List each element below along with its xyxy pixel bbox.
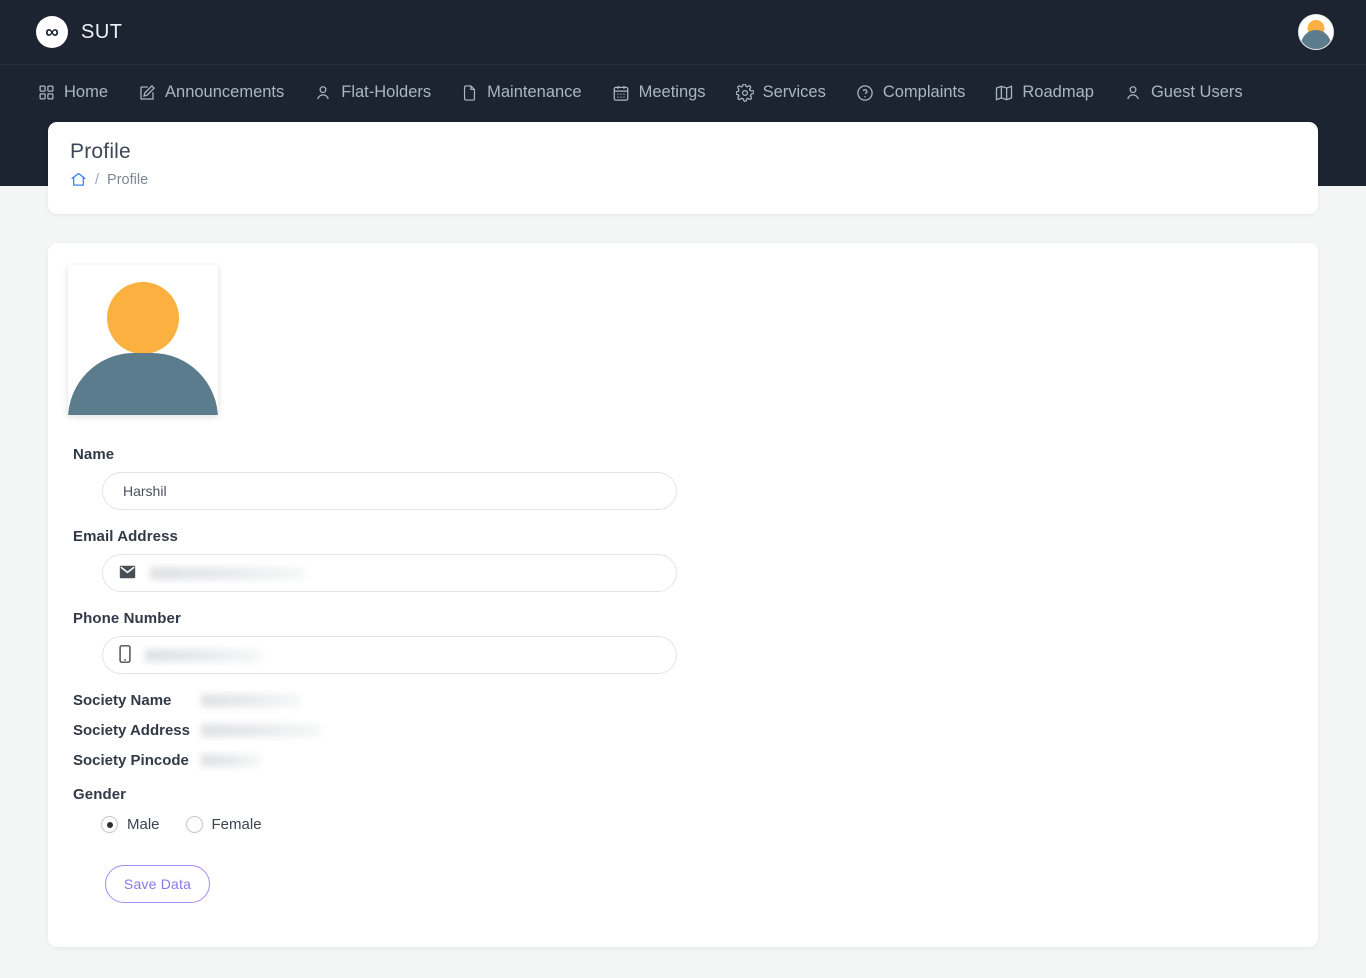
user-avatar-button[interactable] — [1298, 14, 1334, 50]
breadcrumb: / Profile — [70, 171, 1318, 188]
gender-option-label: Female — [211, 816, 262, 833]
gender-radio-group: Male Female — [101, 816, 693, 833]
gender-block: Gender Male Female — [73, 786, 693, 833]
phone-value-redacted — [145, 648, 263, 662]
society-name-value-redacted — [201, 694, 301, 707]
name-input[interactable]: Harshil — [102, 472, 677, 510]
home-icon[interactable] — [70, 171, 87, 188]
question-circle-icon — [856, 84, 874, 102]
nav-label: Announcements — [165, 83, 285, 101]
society-pincode-label: Society Pincode — [73, 752, 189, 769]
navbar-menu: Home Announcements Flat-Holders Maintena… — [0, 65, 1366, 120]
nav-label: Services — [762, 83, 826, 101]
profile-photo[interactable] — [68, 265, 218, 415]
file-icon — [461, 84, 478, 102]
edit-square-icon — [138, 84, 156, 102]
breadcrumb-separator: / — [95, 171, 100, 188]
society-address-label: Society Address — [73, 722, 190, 739]
nav-item-services[interactable]: Services — [735, 77, 840, 108]
user-icon — [1124, 84, 1142, 102]
gender-option-label: Male — [127, 816, 160, 833]
nav-label: Complaints — [882, 83, 966, 101]
avatar-body — [68, 353, 218, 415]
name-value: Harshil — [123, 483, 167, 499]
map-icon — [995, 84, 1013, 102]
nav-item-maintenance[interactable]: Maintenance — [461, 77, 595, 108]
nav-item-guest-users[interactable]: Guest Users — [1124, 77, 1257, 108]
society-pincode-value-redacted — [201, 754, 261, 767]
nav-item-roadmap[interactable]: Roadmap — [995, 77, 1108, 108]
brand-name: SUT — [81, 20, 123, 43]
gender-option-female[interactable]: Female — [185, 816, 262, 833]
profile-form: Name Harshil Email Address Phone Number — [73, 446, 693, 903]
calendar-icon — [612, 84, 630, 102]
email-input[interactable] — [102, 554, 677, 592]
nav-item-flat-holders[interactable]: Flat-Holders — [314, 77, 445, 108]
nav-label: Roadmap — [1022, 83, 1094, 101]
navbar-top-row: ∞ SUT — [0, 0, 1366, 65]
phone-input[interactable] — [102, 636, 677, 674]
nav-item-complaints[interactable]: Complaints — [856, 77, 980, 108]
society-name-row: Society Name — [73, 692, 693, 709]
gear-icon — [735, 83, 754, 102]
email-value-redacted — [150, 566, 305, 580]
grid-icon — [38, 84, 55, 101]
breadcrumb-current: Profile — [107, 171, 149, 188]
nav-item-announcements[interactable]: Announcements — [138, 77, 298, 108]
society-address-row: Society Address — [73, 722, 693, 739]
gender-label: Gender — [73, 786, 127, 803]
profile-card: Name Harshil Email Address Phone Number — [48, 243, 1318, 947]
radio-male-icon — [101, 816, 118, 833]
society-pincode-row: Society Pincode — [73, 752, 693, 769]
society-name-label: Society Name — [73, 692, 172, 709]
mobile-icon — [119, 644, 131, 666]
name-label: Name — [73, 446, 115, 463]
nav-label: Guest Users — [1150, 83, 1243, 101]
avatar-head — [107, 282, 179, 354]
email-label: Email Address — [73, 528, 178, 545]
nav-item-home[interactable]: Home — [38, 77, 122, 108]
nav-label: Meetings — [638, 83, 706, 101]
user-icon — [314, 84, 332, 102]
radio-female-icon — [185, 816, 203, 833]
nav-label: Maintenance — [487, 83, 582, 101]
avatar-body — [1301, 30, 1331, 49]
nav-label: Flat-Holders — [341, 83, 432, 101]
phone-label: Phone Number — [73, 610, 181, 627]
gender-option-male[interactable]: Male — [101, 816, 160, 833]
save-data-button[interactable]: Save Data — [105, 865, 210, 903]
page-header-card: Profile / Profile — [48, 122, 1318, 214]
nav-label: Home — [64, 83, 109, 101]
society-address-value-redacted — [201, 724, 321, 737]
infinity-icon: ∞ — [36, 16, 68, 48]
envelope-icon — [119, 565, 136, 582]
brand[interactable]: ∞ SUT — [36, 16, 123, 48]
nav-item-meetings[interactable]: Meetings — [612, 77, 720, 108]
page-title: Profile — [70, 140, 131, 163]
